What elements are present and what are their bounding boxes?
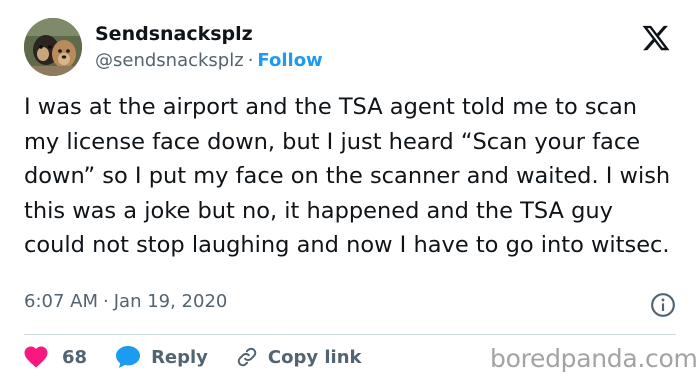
- user-handle[interactable]: @sendsnacksplz: [95, 50, 244, 71]
- tweet-time: 6:07 AM: [24, 291, 98, 312]
- divider: [24, 334, 676, 335]
- avatar[interactable]: [24, 18, 82, 76]
- speech-bubble-icon: [116, 346, 141, 368]
- copy-link-button[interactable]: Copy link: [236, 346, 362, 368]
- handle-separator: ·: [247, 50, 254, 71]
- reply-label: Reply: [151, 346, 208, 368]
- info-icon[interactable]: [650, 292, 676, 318]
- link-icon: [237, 347, 257, 367]
- copy-link-label: Copy link: [267, 346, 362, 368]
- handle-line: @sendsnacksplz · Follow: [95, 50, 323, 71]
- tweet-text: I was at the airport and the TSA agent t…: [24, 94, 671, 258]
- display-name[interactable]: Sendsnacksplz: [95, 23, 253, 45]
- avatar-photo: [24, 18, 82, 76]
- date-separator: ·: [103, 291, 109, 312]
- x-logo-icon[interactable]: [641, 23, 671, 53]
- tweet-date: Jan 19, 2020: [113, 291, 228, 312]
- tweet-card: Sendsnacksplz @sendsnacksplz · Follow I wa…: [0, 0, 700, 383]
- heart-icon: [24, 346, 48, 368]
- timestamp[interactable]: 6:07 AM · Jan 19, 2020: [24, 291, 227, 312]
- reply-button[interactable]: Reply: [115, 345, 208, 369]
- likes-count: 68: [62, 346, 88, 368]
- like-button[interactable]: 68: [24, 346, 87, 368]
- action-bar: 68 Reply Copy link: [24, 343, 362, 371]
- watermark: boredpanda.com: [490, 344, 698, 373]
- follow-button[interactable]: Follow: [257, 50, 322, 71]
